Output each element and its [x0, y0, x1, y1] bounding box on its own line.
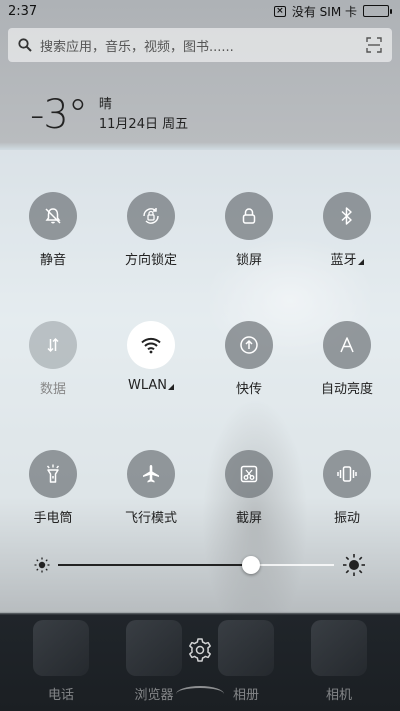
toggle-label: 方向锁定: [124, 253, 177, 268]
search-bar[interactable]: 搜索应用，音乐，视频，图书......: [8, 28, 392, 62]
toggle-label: 蓝牙: [330, 253, 357, 268]
wifi-icon[interactable]: [127, 321, 175, 369]
toggle-label: 飞行模式: [124, 511, 177, 526]
toggle-quick-transfer[interactable]: 快传: [200, 321, 298, 397]
toggle-label: 数据: [39, 382, 66, 397]
toggle-label: 静音: [39, 253, 66, 268]
airplane-icon[interactable]: [127, 450, 175, 498]
dock: 电话 浏览器 相册 相机: [0, 616, 400, 711]
menu-arrow-icon: [357, 259, 364, 265]
brightness-thumb[interactable]: [242, 556, 261, 574]
brightness-high-icon: [343, 554, 365, 576]
brightness-low-icon: [34, 557, 50, 573]
temperature: -3°: [30, 92, 88, 138]
toggle-airplane[interactable]: 飞行模式: [102, 450, 200, 526]
toggle-label: WLAN: [127, 378, 167, 393]
toggle-auto-brightness[interactable]: 自动亮度: [298, 321, 396, 397]
toggle-wlan[interactable]: WLAN: [102, 321, 200, 397]
toggle-label: 快传: [235, 382, 262, 397]
dock-app-label: 相册: [232, 688, 259, 703]
rotation-lock-icon[interactable]: [127, 192, 175, 240]
screenshot-icon[interactable]: [225, 450, 273, 498]
bell-off-icon[interactable]: [29, 192, 77, 240]
toggle-silent[interactable]: 静音: [4, 192, 102, 268]
camera-app-icon[interactable]: [311, 620, 367, 676]
toggle-bluetooth[interactable]: 蓝牙: [298, 192, 396, 268]
bluetooth-icon[interactable]: [323, 192, 371, 240]
no-sim-icon: ×: [273, 5, 286, 17]
weather-condition: 晴: [98, 97, 112, 112]
quick-settings-grid: 静音 方向锁定 锁屏 蓝牙 数据 WLAN 快传 自动亮度 手电筒 飞行模式 截…: [0, 192, 400, 526]
toggle-rotation-lock[interactable]: 方向锁定: [102, 192, 200, 268]
toggle-label: 锁屏: [235, 253, 262, 268]
toggle-label: 手电筒: [33, 511, 73, 526]
dock-app-camera[interactable]: 相机: [310, 620, 368, 703]
gear-icon: [189, 638, 211, 662]
drawer-handle[interactable]: [176, 686, 224, 702]
weather-widget[interactable]: -3° 晴 11月24日 周五: [30, 92, 188, 138]
toggle-screenshot[interactable]: 截屏: [200, 450, 298, 526]
sim-status-text: 没有 SIM 卡: [291, 4, 357, 19]
clock: 2:37: [8, 3, 38, 19]
lock-icon[interactable]: [225, 192, 273, 240]
quick-transfer-icon[interactable]: [225, 321, 273, 369]
toggle-mobile-data[interactable]: 数据: [4, 321, 102, 397]
toggle-label-with-menu: 蓝牙: [330, 249, 364, 268]
toggle-flashlight[interactable]: 手电筒: [4, 450, 102, 526]
vibrate-icon[interactable]: [323, 450, 371, 498]
phone-app-icon[interactable]: [33, 620, 89, 676]
dock-app-browser[interactable]: 浏览器: [125, 620, 183, 703]
toggle-label: 截屏: [235, 511, 262, 526]
dock-app-phone[interactable]: 电话: [32, 620, 90, 703]
dock-app-gallery[interactable]: 相册: [217, 620, 275, 703]
settings-button[interactable]: [185, 635, 215, 665]
status-bar: 2:37 × 没有 SIM 卡: [0, 0, 400, 22]
browser-app-icon[interactable]: [126, 620, 182, 676]
brightness-fill: [58, 564, 252, 566]
menu-arrow-icon: [168, 384, 174, 390]
flashlight-icon[interactable]: [29, 450, 77, 498]
toggle-label-with-menu: WLAN: [128, 378, 174, 393]
dock-app-label: 电话: [47, 688, 74, 703]
weather-date: 11月24日 周五: [98, 117, 189, 132]
battery-icon: [363, 5, 392, 17]
toggle-lock-screen[interactable]: 锁屏: [200, 192, 298, 268]
search-icon: [18, 38, 32, 52]
auto-brightness-icon[interactable]: [323, 321, 371, 369]
mobile-data-icon[interactable]: [29, 321, 77, 369]
gallery-app-icon[interactable]: [218, 620, 274, 676]
toggle-vibrate[interactable]: 振动: [298, 450, 396, 526]
dock-app-label: 相机: [325, 688, 352, 703]
dock-app-label: 浏览器: [134, 688, 174, 703]
scan-icon[interactable]: [366, 37, 382, 53]
search-input[interactable]: 搜索应用，音乐，视频，图书......: [40, 36, 358, 55]
toggle-label: 振动: [333, 511, 360, 526]
brightness-slider[interactable]: [34, 552, 366, 578]
toggle-label: 自动亮度: [320, 382, 373, 397]
status-indicators: × 没有 SIM 卡: [273, 3, 392, 20]
brightness-track[interactable]: [58, 556, 334, 574]
